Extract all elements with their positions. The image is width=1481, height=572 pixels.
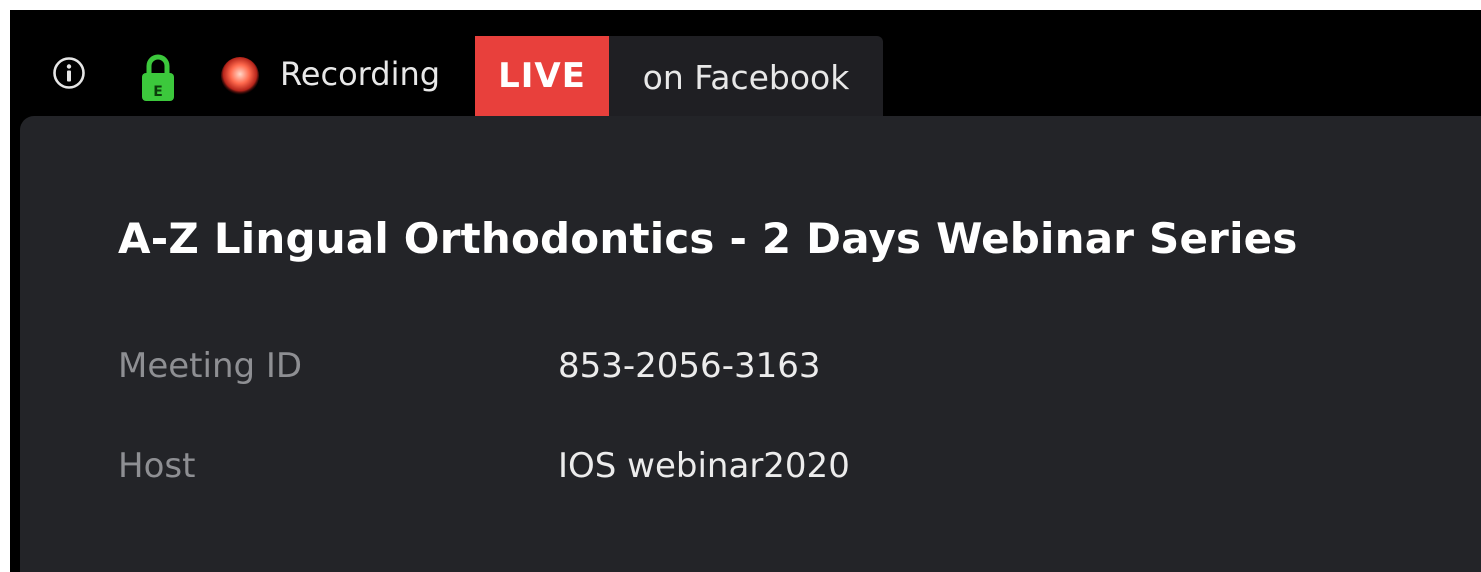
lock-letter: E [153,84,163,100]
host-label: Host [118,446,196,486]
recording-dot-icon [221,57,259,95]
meeting-id-value[interactable]: 853-2056-3163 [558,346,821,386]
host-value: IOS webinar2020 [558,446,850,486]
live-stream-indicator[interactable]: LIVE on Facebook [475,36,883,116]
recording-label: Recording [280,55,441,93]
info-icon[interactable] [52,56,86,90]
status-bar: E Recording LIVE on Facebook [10,10,1481,116]
live-badge: LIVE [475,36,609,116]
meeting-window: E Recording LIVE on Facebook A-Z Lingual… [10,10,1481,572]
meeting-info-panel: A-Z Lingual Orthodontics - 2 Days Webina… [20,116,1481,572]
meeting-id-label: Meeting ID [118,346,303,386]
lock-icon[interactable]: E [138,51,178,103]
live-destination: on Facebook [609,36,883,116]
meeting-title: A-Z Lingual Orthodontics - 2 Days Webina… [118,214,1298,263]
